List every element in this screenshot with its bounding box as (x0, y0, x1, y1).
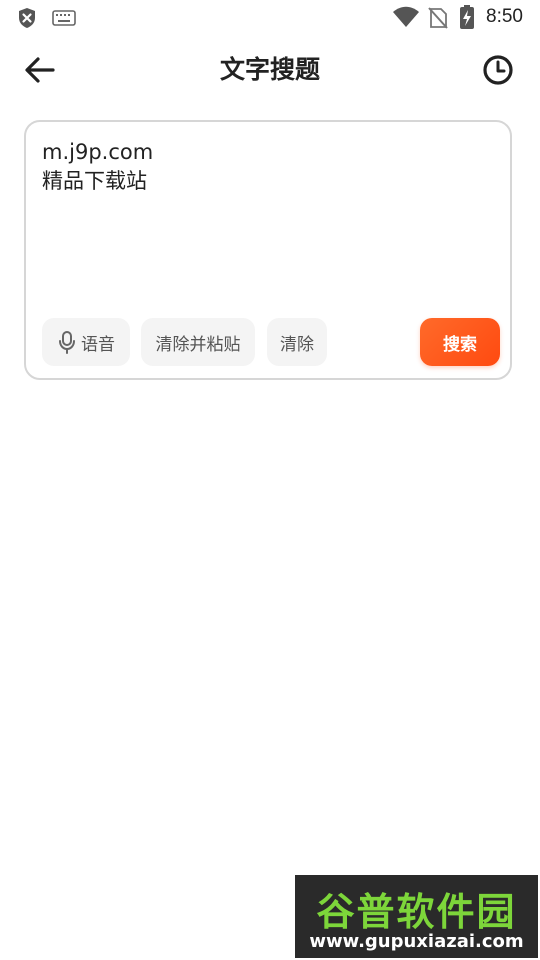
header: 文字搜题 (0, 36, 540, 102)
history-button[interactable] (478, 50, 518, 90)
battery-charging-icon (460, 5, 474, 33)
card-actions: 语音 清除并粘贴 清除 搜索 (42, 318, 500, 366)
microphone-icon (57, 330, 77, 354)
status-time: 8:50 (486, 6, 523, 27)
screen: 8:50 文字搜题 m.j9p.com 精品下载站 语音 清除并粘贴 清除 搜索… (0, 0, 540, 960)
search-card: m.j9p.com 精品下载站 语音 清除并粘贴 清除 搜索 (24, 120, 512, 380)
back-button[interactable] (22, 52, 62, 88)
watermark-title: 谷普软件园 (316, 890, 517, 934)
clock-icon (478, 55, 518, 94)
clear-and-paste-button[interactable]: 清除并粘贴 (141, 318, 255, 366)
wifi-icon (392, 6, 420, 32)
shield-x-icon (16, 7, 38, 33)
no-sim-icon (428, 6, 448, 34)
query-input[interactable]: m.j9p.com 精品下载站 (42, 138, 492, 318)
status-bar: 8:50 (0, 0, 540, 36)
watermark-url: www.gupuxiazai.com (309, 931, 524, 952)
keyboard-icon (52, 10, 76, 30)
watermark-logo: 谷普软件园 www.gupuxiazai.com (295, 875, 538, 958)
arrow-left-icon (22, 57, 58, 92)
voice-label: 语音 (81, 334, 115, 355)
clear-button[interactable]: 清除 (267, 318, 327, 366)
voice-button[interactable]: 语音 (42, 318, 130, 366)
page-title: 文字搜题 (219, 55, 320, 84)
search-button[interactable]: 搜索 (420, 318, 500, 366)
